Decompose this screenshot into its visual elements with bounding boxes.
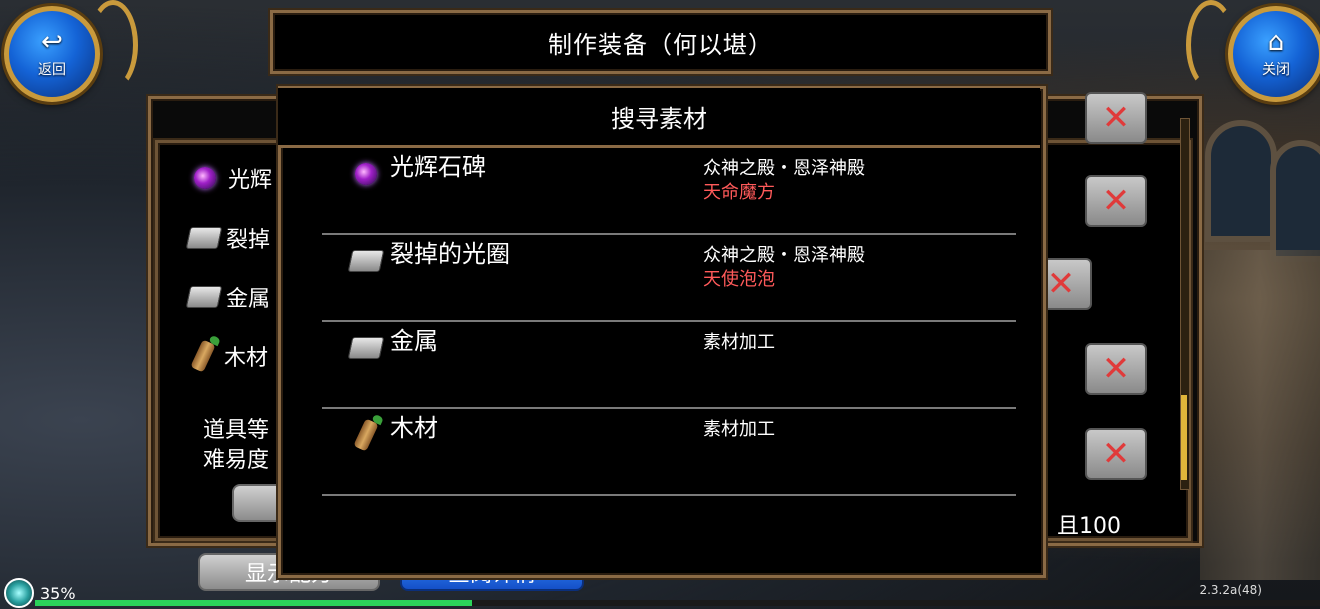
remove-material-button[interactable]: ✕ xyxy=(1085,92,1147,144)
remove-material-button[interactable]: ✕ xyxy=(1085,343,1147,395)
materials-source-list: 光辉石碑 众神之殿・恩泽神殿 天命魔方 裂掉的光圈 众神之殿・恩泽神殿 天使泡泡… xyxy=(322,148,1016,568)
dialog-title: 搜寻素材 xyxy=(278,88,1040,148)
material-item: 金属 xyxy=(185,281,270,313)
material-item: 裂掉 xyxy=(185,222,270,254)
list-item[interactable]: 光辉石碑 众神之殿・恩泽神殿 天命魔方 xyxy=(322,148,1016,235)
difficulty-label: 难易度 xyxy=(203,448,270,473)
wood-icon xyxy=(190,339,216,373)
silver-ingot-icon xyxy=(185,227,223,249)
remove-material-button[interactable]: ✕ xyxy=(1085,175,1147,227)
xp-bar-fill xyxy=(35,600,472,606)
background-arch-window xyxy=(1270,140,1320,262)
material-item: 光辉 xyxy=(188,162,272,194)
requirement-text: ，且100 xyxy=(1035,514,1121,539)
material-source: 众神之殿・恩泽神殿 xyxy=(703,245,865,266)
list-item[interactable]: 木材 素材加工 xyxy=(322,409,1016,496)
close-icon: ✕ xyxy=(1101,181,1131,221)
material-name: 光辉石碑 xyxy=(390,153,486,181)
purple-gem-icon xyxy=(348,156,384,192)
close-icon: ✕ xyxy=(1101,98,1131,138)
material-name: 金属 xyxy=(390,327,438,355)
back-arrow-icon: ↩ xyxy=(41,27,63,57)
version-label: 2.3.2a(48) xyxy=(1199,583,1262,597)
close-icon: ✕ xyxy=(1046,264,1076,304)
material-source-detail[interactable]: 天命魔方 xyxy=(703,178,775,204)
close-button[interactable]: ⌂ 关闭 xyxy=(1228,6,1320,102)
background-pillar xyxy=(1200,250,1320,580)
silver-ingot-icon xyxy=(185,286,223,308)
list-item[interactable]: 裂掉的光圈 众神之殿・恩泽神殿 天使泡泡 xyxy=(322,235,1016,322)
silver-ingot-icon xyxy=(347,243,385,279)
material-source: 素材加工 xyxy=(703,332,775,353)
purple-gem-icon xyxy=(194,167,216,189)
close-icon: ✕ xyxy=(1101,349,1131,389)
material-source: 素材加工 xyxy=(703,419,775,440)
material-source: 众神之殿・恩泽神殿 xyxy=(703,158,865,179)
list-item[interactable]: 金属 素材加工 xyxy=(322,322,1016,409)
material-item: 木材 xyxy=(188,339,268,373)
scrollbar-thumb[interactable] xyxy=(1181,395,1187,480)
remove-material-button[interactable]: ✕ xyxy=(1085,428,1147,480)
window-title-bar: 制作装备（何以堪） xyxy=(270,10,1051,74)
back-button[interactable]: ↩ 返回 xyxy=(4,6,100,102)
material-name: 裂掉的光圈 xyxy=(390,240,510,268)
close-icon: ✕ xyxy=(1101,434,1131,474)
silver-ingot-icon xyxy=(347,330,385,366)
material-source-detail[interactable]: 天使泡泡 xyxy=(703,265,775,291)
item-level-label: 道具等 xyxy=(203,418,270,443)
wood-icon xyxy=(348,417,384,453)
window-title: 制作装备（何以堪） xyxy=(548,30,773,59)
background-arch-window xyxy=(1205,120,1277,242)
energy-orb-icon xyxy=(4,578,34,608)
home-icon: ⌂ xyxy=(1267,27,1285,57)
material-name: 木材 xyxy=(390,414,438,442)
